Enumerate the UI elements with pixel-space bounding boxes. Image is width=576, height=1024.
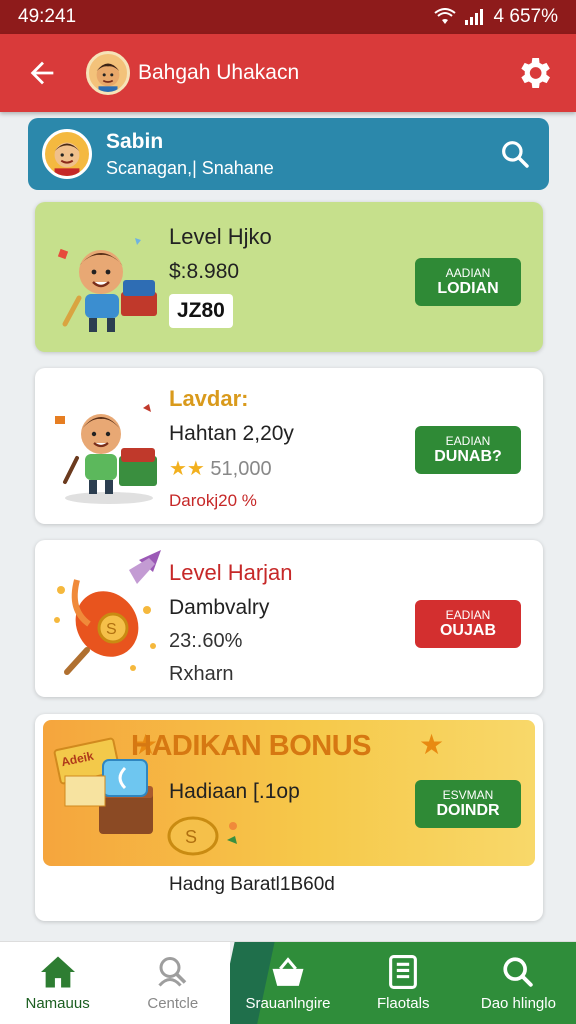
avatar[interactable] — [86, 51, 130, 95]
wifi-icon — [433, 8, 456, 24]
card-price: 23:.60% — [169, 630, 243, 652]
card-title: Level Harjan — [169, 560, 293, 585]
arrow-left-icon — [30, 61, 54, 85]
settings-button[interactable] — [510, 49, 558, 97]
kid-with-books-illustration — [57, 238, 157, 332]
user-search-icon — [158, 956, 187, 987]
bonus-title: HADIKAN BONUS — [131, 730, 372, 762]
card-title: Lavdar: — [169, 386, 249, 411]
search-icon — [503, 956, 534, 987]
profile-header[interactable]: Sabin Scanagan,| Snahane — [28, 118, 549, 190]
nav-item-search[interactable]: Dao hlinglo — [461, 942, 576, 1024]
svg-text:S: S — [185, 827, 197, 847]
notes-icon — [389, 954, 418, 989]
profile-subtitle: Scanagan,| Snahane — [106, 157, 274, 178]
kid-with-gift-illustration — [55, 404, 157, 504]
nav-item-notes[interactable]: Flaotals — [346, 942, 461, 1024]
nav-item-home[interactable]: Namauus — [0, 942, 116, 1024]
bonus-footer: Hadng Baratl1B60d — [169, 874, 335, 895]
search-icon — [502, 141, 529, 168]
card-title: Level Hjko — [169, 224, 272, 249]
nav-item-centcle[interactable]: Centcle — [115, 942, 231, 1024]
basket-icon — [272, 956, 304, 986]
profile-search-button[interactable] — [495, 134, 535, 174]
card-3-action-button[interactable]: EADIAN OUJAB — [415, 600, 521, 648]
card-2-action-button[interactable]: EADIAN DUNAB? — [415, 426, 521, 474]
card-discount: Darokj20 % — [169, 491, 257, 510]
profile-name: Sabin — [106, 129, 164, 153]
card-price: $:8.980 — [169, 260, 240, 283]
status-icons: 4 657% — [433, 6, 558, 28]
home-icon — [40, 956, 75, 987]
level-card-2[interactable]: Lavdar: Hahtan 2,20y ★★ 51,000 Darokj20 … — [35, 368, 543, 524]
profile-avatar[interactable] — [42, 129, 92, 179]
app-bar: Bahgah Uhakacn — [0, 34, 576, 112]
battery-text: 4 657% — [493, 6, 558, 27]
coin-rocket-illustration: S — [54, 550, 161, 675]
bottom-navigation: Namauus Centcle Srauanlngire Flaotals Da… — [0, 941, 576, 1024]
status-bar: 49:241 4 657% — [0, 0, 576, 34]
status-time: 49:241 — [18, 6, 77, 27]
card-subtitle: Hahtan 2,20y — [169, 422, 294, 445]
card-extra: Rxharn — [169, 663, 234, 685]
app-title: Bahgah Uhakacn — [138, 61, 300, 84]
back-button[interactable] — [18, 49, 66, 97]
card-rating: ★★ 51,000 — [169, 458, 272, 480]
card-subtitle: Dambvalry — [169, 596, 270, 619]
star-icon: ★ — [419, 729, 445, 760]
boy-avatar-icon — [96, 63, 120, 92]
bonus-action-button[interactable]: ESVMAN DOINDR — [415, 780, 521, 828]
card-1-action-button[interactable]: AADIAN LODIAN — [415, 258, 521, 306]
svg-text:S: S — [106, 621, 117, 638]
level-card-3[interactable]: S Level Harjan Dambvalry 23:.60% Rxharn … — [35, 540, 543, 697]
coin-icon: S — [167, 816, 237, 856]
card-badge: JZ80 — [169, 294, 233, 328]
signal-icon — [464, 9, 483, 25]
gear-icon — [521, 58, 550, 88]
level-card-1[interactable]: Level Hjko $:8.980 JZ80 AADIAN LODIAN — [35, 202, 543, 352]
star-icon: ★★ — [169, 458, 205, 480]
bonus-subtitle: Hadiaan [.1op — [169, 780, 300, 803]
nav-item-basket[interactable]: Srauanlngire — [230, 942, 345, 1024]
bonus-card[interactable]: Adeik ★ HADIKAN BONUS ★ Hadiaan [.1op S … — [35, 714, 543, 921]
man-avatar-icon — [54, 142, 80, 176]
